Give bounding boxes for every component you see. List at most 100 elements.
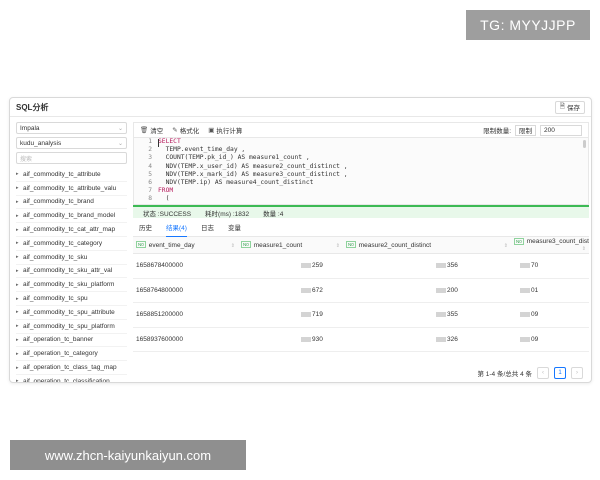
table-cell: 1658851200000 — [133, 302, 238, 328]
cell-value: 326 — [447, 335, 458, 343]
sidebar-table-item[interactable]: ▸ aif_commodity_tc_cat_attr_map — [16, 223, 127, 237]
sql-editor[interactable]: 1 SELECT 2 TEMP.event_time_day ,3 COUNT(TE… — [133, 137, 589, 205]
caret-right-icon: ▸ — [16, 281, 19, 288]
sort-icon[interactable]: ⇕ — [336, 243, 340, 249]
column-header[interactable]: N0 event_time_day ⇕ — [133, 237, 238, 254]
window-header: SQL分析 🗎 保存 — [10, 98, 591, 117]
line-number: 2 — [148, 146, 152, 154]
code-text: NDV(TEMP.x_user_id) AS measure2_count_di… — [158, 162, 348, 170]
tab-history[interactable]: 历史 — [139, 218, 152, 236]
brush-icon: ✎ — [172, 127, 178, 134]
engine-select[interactable]: Impala ⌄ — [16, 122, 127, 134]
table-cell: 719 — [238, 302, 343, 328]
table-body: 1658678400000 259 356 70 1658764800000 672 200… — [133, 253, 589, 352]
limit-value-input[interactable]: 200 — [540, 124, 582, 136]
column-title: event_time_day — [148, 241, 195, 249]
database-select[interactable]: kudu_analysis ⌄ — [16, 137, 127, 149]
sidebar-table-item[interactable]: ▸ aif_commodity_tc_spu — [16, 292, 127, 306]
sort-icon[interactable]: ⇕ — [582, 246, 586, 252]
run-button[interactable]: ▣ 执行计算 — [208, 125, 242, 135]
editor-scrollbar[interactable] — [583, 140, 586, 148]
sidebar-table-item[interactable]: ▸ aif_operation_tc_banner — [16, 334, 127, 348]
redacted-mark — [301, 312, 311, 318]
save-button[interactable]: 🗎 保存 — [554, 100, 585, 114]
table-cell: 672 — [238, 278, 343, 303]
table-name: aif_commodity_tc_sku_attr_val — [23, 267, 113, 275]
caret-right-icon: ▸ — [16, 226, 19, 233]
run-label: 执行计算 — [216, 128, 243, 135]
cell-value: 1658764800000 — [136, 286, 183, 294]
engine-value: Impala — [20, 124, 40, 132]
redacted-mark — [301, 287, 311, 293]
tab-vars[interactable]: 变量 — [228, 218, 241, 236]
table-search-input[interactable]: 搜索 — [16, 152, 127, 164]
sidebar-table-item[interactable]: ▸ aif_operation_tc_classification — [16, 375, 127, 383]
sidebar-table-item[interactable]: ▸ aif_commodity_tc_attribute — [16, 168, 127, 182]
table-cell: 09 — [511, 327, 589, 352]
editor-toolbar: 🗑 清空 ✎ 格式化 ▣ 执行计算 限制数量: 限制 200 — [133, 122, 589, 137]
table-cell: 70 — [511, 253, 589, 279]
cell-value: 259 — [312, 262, 323, 270]
line-number: 8 — [148, 195, 152, 203]
redacted-mark — [520, 312, 530, 318]
column-header[interactable]: N0 measure3_count_dist ⇕ — [511, 237, 589, 254]
redacted-mark — [301, 336, 311, 342]
table-cell: 200 — [343, 278, 511, 303]
column-header[interactable]: N0 measure1_count ⇕ — [238, 237, 343, 254]
caret-right-icon: ▸ — [16, 185, 19, 192]
caret-right-icon: ▸ — [16, 378, 19, 383]
cell-value: 719 — [312, 311, 323, 319]
sidebar-table-item[interactable]: ▸ aif_commodity_tc_brand — [16, 196, 127, 210]
table-name: aif_operation_tc_banner — [23, 336, 94, 344]
sort-icon[interactable]: ⇕ — [231, 243, 235, 249]
next-page-button[interactable]: › — [571, 367, 583, 379]
tab-result[interactable]: 结果(4) — [166, 218, 187, 237]
result-table: N0 event_time_day ⇕ N0 measure1_count ⇕ N0 meas… — [133, 237, 589, 352]
table-name: aif_commodity_tc_attribute_valu — [23, 184, 117, 192]
column-title: measure1_count — [253, 241, 303, 249]
sidebar-table-item[interactable]: ▸ aif_commodity_tc_sku_attr_val — [16, 265, 127, 279]
sidebar-table-item[interactable]: ▸ aif_commodity_tc_spu_platform — [16, 320, 127, 334]
sort-icon[interactable]: ⇕ — [504, 243, 508, 249]
format-button[interactable]: ✎ 格式化 — [172, 125, 199, 135]
cursor — [158, 139, 159, 147]
table-cell: 259 — [238, 253, 343, 279]
sidebar-table-item[interactable]: ▸ aif_commodity_tc_brand_model — [16, 209, 127, 224]
save-icon: 🗎 — [559, 102, 565, 110]
table-name: aif_commodity_tc_brand_model — [23, 212, 116, 220]
page-title: SQL分析 — [16, 102, 49, 112]
column-header[interactable]: N0 measure2_count_distinct ⇕ — [343, 237, 511, 254]
format-label: 格式化 — [179, 128, 200, 135]
watermark-bar: www.zhcn-kaiyunkaiyun.com — [10, 440, 246, 470]
limit-mode-select[interactable]: 限制 — [515, 124, 536, 136]
redacted-mark — [520, 263, 530, 269]
chevron-down-icon: ⌄ — [117, 140, 123, 147]
page-1-button[interactable]: 1 — [554, 367, 566, 379]
tab-log[interactable]: 日志 — [201, 218, 214, 236]
caret-right-icon: ▸ — [16, 309, 19, 316]
code-text: NDV(TEMP.ip) AS measure4_count_distinct — [158, 178, 314, 186]
table-row: 1658851200000 719 355 09 — [133, 302, 589, 328]
table-list: ▸ aif_commodity_tc_attribute ▸ aif_commodit… — [16, 168, 127, 383]
sidebar-table-item[interactable]: ▸ aif_commodity_tc_category — [16, 237, 127, 251]
redacted-mark — [436, 312, 446, 318]
sidebar-table-item[interactable]: ▸ aif_commodity_tc_sku_platform — [16, 278, 127, 293]
prev-page-button[interactable]: ‹ — [537, 367, 549, 379]
line-number: 3 — [148, 154, 152, 162]
table-cell: 1658937600000 — [133, 327, 238, 352]
play-icon: ▣ — [208, 127, 215, 134]
table-name: aif_commodity_tc_spu — [23, 295, 88, 303]
status-bar: 状态 :SUCCESS 耗时(ms) :1832 数量 :4 — [133, 205, 589, 218]
table-name: aif_commodity_tc_category — [23, 239, 103, 247]
sidebar-table-item[interactable]: ▸ aif_commodity_tc_attribute_valu — [16, 182, 127, 196]
sidebar-table-item[interactable]: ▸ aif_operation_tc_category — [16, 347, 127, 362]
line-number: 4 — [148, 162, 152, 170]
code-line: 7 FROM — [134, 187, 588, 195]
sidebar-table-item[interactable]: ▸ aif_commodity_tc_sku — [16, 251, 127, 265]
table-name: aif_operation_tc_category — [23, 350, 98, 358]
code-line: 3 COUNT(TEMP.pk_id_) AS measure1_count , — [134, 154, 588, 162]
sidebar-table-item[interactable]: ▸ aif_commodity_tc_spu_attribute — [16, 306, 127, 320]
clear-button[interactable]: 🗑 清空 — [140, 125, 163, 135]
sidebar-table-item[interactable]: ▸ aif_operation_tc_class_tag_map — [16, 361, 127, 375]
sql-keyword: FROM — [158, 187, 174, 195]
